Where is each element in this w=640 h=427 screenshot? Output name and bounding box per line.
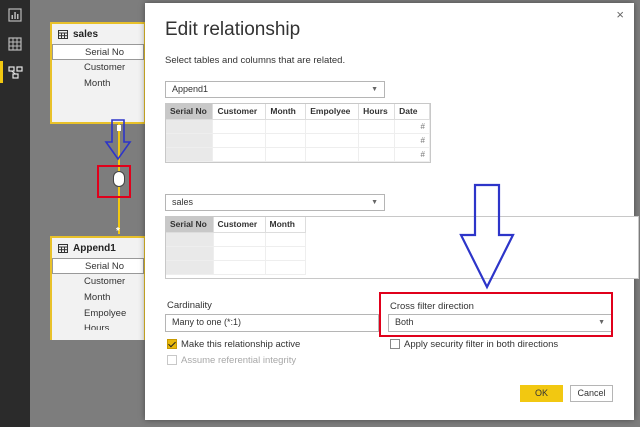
chevron-down-icon: ▼ xyxy=(371,199,378,206)
data-view-icon[interactable] xyxy=(0,33,30,55)
append1-field-customer[interactable]: Customer xyxy=(52,274,144,290)
table2-col-serial-no[interactable]: Serial No xyxy=(166,217,214,233)
table-row xyxy=(166,246,306,261)
table1-col-customer[interactable]: Customer xyxy=(212,104,267,120)
sales-field-month[interactable]: Month xyxy=(52,76,144,92)
append1-field-serial-no[interactable]: Serial No xyxy=(52,258,144,274)
table2-preview-grid: Serial No Customer Month xyxy=(165,216,639,279)
red-box-annotation-left xyxy=(97,165,131,198)
table-icon xyxy=(58,243,68,253)
append1-table-card[interactable]: Append1 Serial No Customer Month Empolye… xyxy=(50,236,146,340)
referential-integrity-label: Assume referential integrity xyxy=(181,355,297,366)
sales-table-name: sales xyxy=(73,28,99,40)
table1-col-serial-no[interactable]: Serial No xyxy=(166,104,214,120)
table1-preview-grid: Serial No Customer Month Empolyee Hours … xyxy=(165,103,431,163)
table1-select-value: Append1 xyxy=(172,84,209,94)
cardinality-label: Cardinality xyxy=(167,300,212,311)
table1-col-month[interactable]: Month xyxy=(265,104,307,120)
table1-col-date[interactable]: Date xyxy=(394,104,430,120)
table-row xyxy=(166,232,306,247)
table1-col-hours[interactable]: Hours xyxy=(358,104,396,120)
chevron-down-icon: ▼ xyxy=(371,86,378,93)
referential-integrity-checkbox[interactable] xyxy=(167,355,177,365)
ok-button[interactable]: OK xyxy=(520,385,563,402)
red-box-annotation-right xyxy=(379,292,613,337)
cardinality-value: Many to one (*:1) xyxy=(172,317,242,327)
table1-cell: # xyxy=(394,119,430,134)
append1-field-month[interactable]: Month xyxy=(52,290,144,306)
dialog-subtitle: Select tables and columns that are relat… xyxy=(165,55,346,66)
close-icon[interactable]: × xyxy=(616,7,624,22)
table1-select[interactable]: Append1 ▼ xyxy=(165,81,385,98)
cardinality-select[interactable]: Many to one (*:1) xyxy=(165,314,379,332)
make-active-label: Make this relationship active xyxy=(181,339,301,350)
append1-table-header: Append1 xyxy=(52,238,144,258)
append1-table-name: Append1 xyxy=(73,242,116,254)
table2-select[interactable]: sales ▼ xyxy=(165,194,385,211)
table2-col-month[interactable]: Month xyxy=(265,217,306,233)
table2-select-value: sales xyxy=(172,197,194,207)
append1-field-empolyee[interactable]: Empolyee xyxy=(52,306,144,322)
dialog-title: Edit relationship xyxy=(165,19,301,40)
edit-relationship-dialog: × Edit relationship Select tables and co… xyxy=(145,3,639,420)
relationship-view-icon[interactable] xyxy=(0,61,30,83)
table-row xyxy=(166,260,306,275)
table-row: # xyxy=(166,147,430,162)
append1-field-hours[interactable]: Hours xyxy=(52,322,144,330)
sales-table-card[interactable]: sales Serial No Customer Month xyxy=(50,22,146,124)
table1-cell: # xyxy=(394,133,430,148)
sales-table-header: sales xyxy=(52,24,144,44)
view-rail xyxy=(0,0,30,427)
table-icon xyxy=(58,29,68,39)
table2-col-customer[interactable]: Customer xyxy=(213,217,266,233)
cancel-button[interactable]: Cancel xyxy=(570,385,613,402)
report-view-icon[interactable] xyxy=(0,4,30,26)
table-row: # xyxy=(166,133,430,148)
make-active-checkbox[interactable] xyxy=(167,339,177,349)
blue-arrow-left-annotation xyxy=(104,119,132,161)
table1-col-empolyee[interactable]: Empolyee xyxy=(305,104,360,120)
sales-field-customer[interactable]: Customer xyxy=(52,60,144,76)
blue-arrow-right-annotation xyxy=(459,183,515,290)
table-row: # xyxy=(166,119,430,134)
security-filter-label: Apply security filter in both directions xyxy=(404,339,559,350)
sales-field-serial-no[interactable]: Serial No xyxy=(52,44,144,60)
table1-cell: # xyxy=(394,147,430,162)
security-filter-checkbox[interactable] xyxy=(390,339,400,349)
